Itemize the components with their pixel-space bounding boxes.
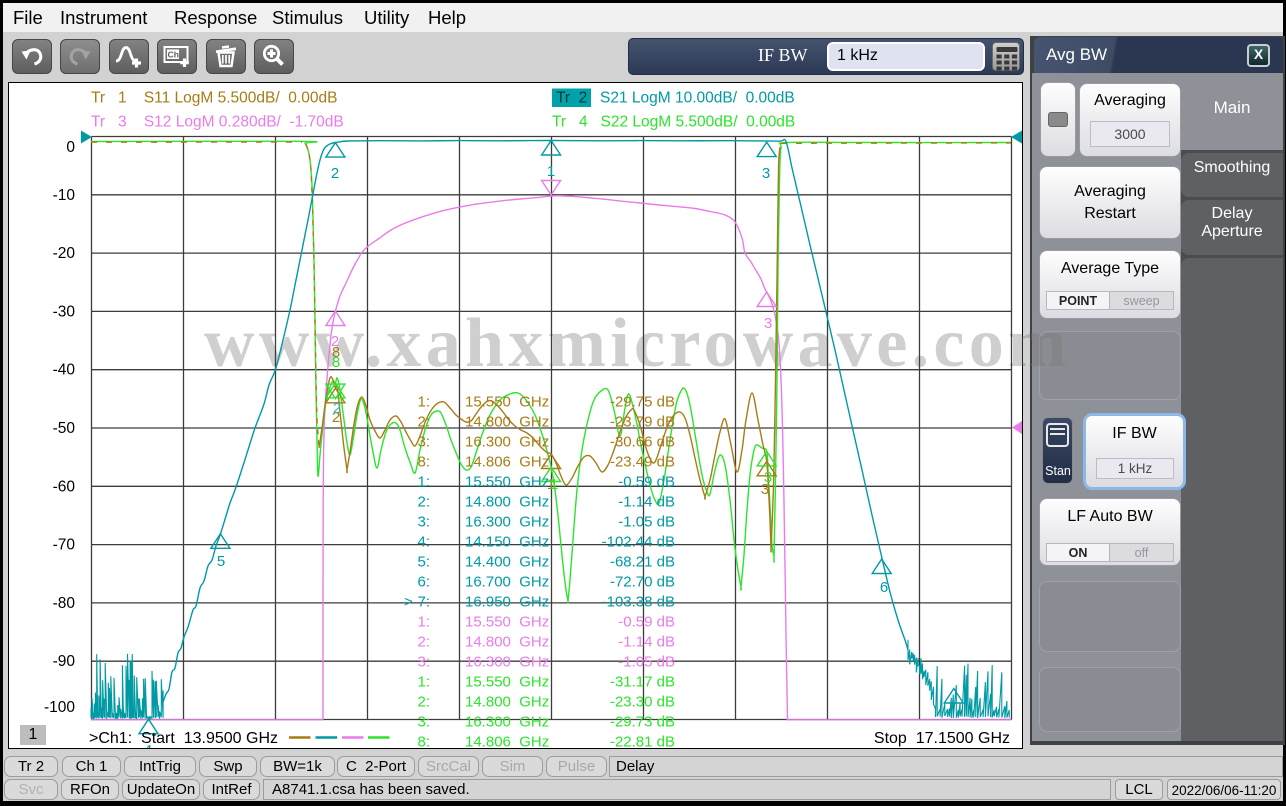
- svg-text:Tr 3 S12 LogM 0.280dB/ -: Tr 3 S12 LogM 0.280dB/ -1.70dB: [91, 114, 344, 131]
- svg-text:-1.05 dB: -1.05 dB: [618, 514, 675, 531]
- svg-text:-50: -50: [53, 420, 76, 437]
- svg-text:3:: 3:: [417, 434, 430, 451]
- svg-text:-22.81 dB: -22.81 dB: [610, 734, 675, 751]
- svg-text:Stop 17.1500 GHz: Stop 17.1500 GHz: [874, 730, 1010, 747]
- svg-text:16.300 GHz: 16.300 GHz: [465, 714, 549, 731]
- svg-text:14.800 GHz: 14.800 GHz: [465, 694, 549, 711]
- svg-text:-29.75 dB: -29.75 dB: [610, 394, 675, 411]
- svg-text:5:: 5:: [417, 554, 430, 571]
- svg-text:-40: -40: [53, 362, 76, 379]
- svg-text:-80: -80: [53, 595, 76, 612]
- svg-text:2: 2: [331, 165, 339, 182]
- svg-text:2:: 2:: [417, 494, 430, 511]
- svg-text:2:: 2:: [417, 634, 430, 651]
- svg-text:-68.21 dB: -68.21 dB: [610, 554, 675, 571]
- svg-text:5: 5: [217, 553, 225, 570]
- svg-text:-31.17 dB: -31.17 dB: [610, 674, 675, 691]
- svg-text:14.806 GHz: 14.806 GHz: [465, 734, 549, 751]
- svg-text:7:: 7:: [417, 594, 430, 611]
- svg-text:3:: 3:: [417, 514, 430, 531]
- svg-text:-100: -100: [44, 699, 75, 716]
- svg-text:3: 3: [764, 315, 772, 332]
- svg-text:8: 8: [332, 354, 340, 371]
- svg-text:16.300 GHz: 16.300 GHz: [465, 514, 549, 531]
- svg-text:15.550 GHz: 15.550 GHz: [465, 394, 549, 411]
- svg-text:6:: 6:: [417, 574, 430, 591]
- svg-text:-72.70 dB: -72.70 dB: [610, 574, 675, 591]
- svg-text:2:: 2:: [417, 414, 430, 431]
- svg-text:Tr 2: Tr 2: [556, 90, 587, 107]
- svg-text:16.300 GHz: 16.300 GHz: [465, 654, 549, 671]
- svg-text:-1.14 dB: -1.14 dB: [618, 494, 675, 511]
- svg-text:-0.59 dB: -0.59 dB: [618, 614, 675, 631]
- svg-text:-0.59 dB: -0.59 dB: [618, 474, 675, 491]
- svg-text:-23.79 dB: -23.79 dB: [610, 414, 675, 431]
- svg-text:3:: 3:: [417, 654, 430, 671]
- svg-text:3:: 3:: [417, 714, 430, 731]
- svg-text:15.550 GHz: 15.550 GHz: [465, 474, 549, 491]
- svg-text:15.550 GHz: 15.550 GHz: [465, 614, 549, 631]
- svg-text:1:: 1:: [417, 674, 430, 691]
- svg-text:-103.38 dB: -103.38 dB: [602, 594, 675, 611]
- svg-text:-1.05 dB: -1.05 dB: [618, 654, 675, 671]
- svg-text:14.150 GHz: 14.150 GHz: [465, 534, 549, 551]
- svg-text:-29.73 dB: -29.73 dB: [610, 714, 675, 731]
- svg-text:-1.14 dB: -1.14 dB: [618, 634, 675, 651]
- svg-text:-20: -20: [53, 245, 76, 262]
- svg-text:>Ch1: Start 13.9500 GHz: >Ch1: Start 13.9500 GHz: [89, 730, 278, 747]
- svg-text:6: 6: [880, 579, 888, 596]
- svg-text:14.800 GHz: 14.800 GHz: [465, 494, 549, 511]
- svg-text:2: 2: [333, 400, 341, 417]
- svg-text:-23.30 dB: -23.30 dB: [610, 694, 675, 711]
- svg-text:-30.66 dB: -30.66 dB: [610, 434, 675, 451]
- svg-text:Tr 1 S11 LogM 5.500dB/ 0: Tr 1 S11 LogM 5.500dB/ 0.00dB: [91, 90, 337, 107]
- svg-text:1: 1: [547, 163, 555, 180]
- svg-text:16.950 GHz: 16.950 GHz: [465, 594, 549, 611]
- svg-text:1:: 1:: [417, 474, 430, 491]
- svg-text:1:: 1:: [417, 394, 430, 411]
- svg-text:8:: 8:: [417, 454, 430, 471]
- svg-text:16.300 GHz: 16.300 GHz: [465, 434, 549, 451]
- svg-text:-60: -60: [53, 478, 76, 495]
- svg-text:1: 1: [550, 476, 558, 493]
- svg-text:4:: 4:: [417, 534, 430, 551]
- svg-text:-10: -10: [53, 187, 76, 204]
- svg-text:-102.44 dB: -102.44 dB: [602, 534, 675, 551]
- svg-text:Tr 4 S22 LogM 5.500dB/ 0.: Tr 4 S22 LogM 5.500dB/ 0.00dB: [552, 114, 795, 131]
- svg-text:1:: 1:: [417, 614, 430, 631]
- svg-text:8:: 8:: [417, 734, 430, 751]
- svg-text:14.400 GHz: 14.400 GHz: [465, 554, 549, 571]
- svg-text:-90: -90: [53, 653, 76, 670]
- svg-text:14.800 GHz: 14.800 GHz: [465, 414, 549, 431]
- svg-text:S21 LogM 10.00dB/ 0.00dB: S21 LogM 10.00dB/ 0.00dB: [600, 90, 795, 107]
- svg-text:>: >: [404, 594, 413, 611]
- svg-text:14.800 GHz: 14.800 GHz: [465, 634, 549, 651]
- svg-text:-30: -30: [53, 303, 76, 320]
- svg-text:15.550 GHz: 15.550 GHz: [465, 674, 549, 691]
- svg-text:14.806 GHz: 14.806 GHz: [465, 454, 549, 471]
- svg-text:3: 3: [764, 469, 772, 486]
- svg-text:0: 0: [66, 139, 75, 156]
- svg-text:-23.49 dB: -23.49 dB: [610, 454, 675, 471]
- svg-text:2:: 2:: [417, 694, 430, 711]
- svg-text:-70: -70: [53, 537, 76, 554]
- svg-text:3: 3: [762, 165, 770, 182]
- svg-text:16.700 GHz: 16.700 GHz: [465, 574, 549, 591]
